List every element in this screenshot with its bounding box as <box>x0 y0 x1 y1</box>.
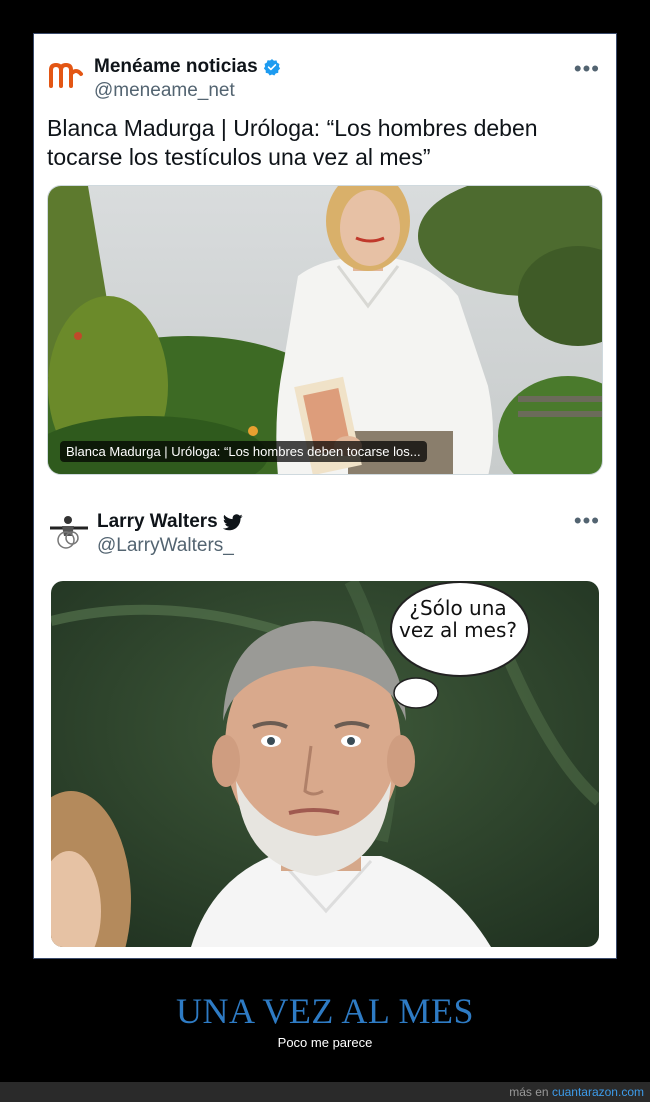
meneame-logo-avatar[interactable] <box>48 60 84 90</box>
tweet1-text: Blanca Madurga | Uróloga: “Los hombres d… <box>47 115 538 170</box>
tweet1-photo[interactable]: Blanca Madurga | Uróloga: “Los hombres d… <box>47 185 603 475</box>
post-subtitle: Poco me parece <box>277 1035 373 1050</box>
woman-with-book-photo <box>48 186 602 474</box>
speech-bubble-text: ¿Sólo una vez al mes? <box>399 596 517 642</box>
twitter-bird-icon <box>222 513 243 530</box>
footer-bar: más en cuantarazon.com <box>0 1082 650 1102</box>
meme-frame: Menéame noticias @meneame_net ••• Blanca… <box>33 33 617 959</box>
tweet1-image-caption: Blanca Madurga | Uróloga: “Los hombres d… <box>60 441 427 462</box>
larry-avatar[interactable] <box>48 510 90 552</box>
tweet1-name-line: Menéame noticias <box>94 56 281 78</box>
tweet1-author-name[interactable]: Menéame noticias <box>94 56 258 78</box>
footer-site-link[interactable]: cuantarazon.com <box>552 1085 644 1099</box>
tweet2-author-name[interactable]: Larry Walters <box>97 511 218 533</box>
verified-badge-icon <box>263 59 280 76</box>
tweet2-name-line: Larry Walters <box>97 511 243 533</box>
footer-prefix: más en <box>509 1085 549 1099</box>
tweet2-more-button[interactable]: ••• <box>574 510 600 532</box>
tweet1-handle[interactable]: @meneame_net <box>94 80 235 102</box>
tweet2-meme-image[interactable]: ¿Sólo una vez al mes? <box>51 581 599 947</box>
tweet2-handle[interactable]: @LarryWalters_ <box>97 535 234 557</box>
tweet1-more-button[interactable]: ••• <box>574 58 600 80</box>
post-title[interactable]: UNA VEZ AL MES <box>0 990 650 1032</box>
